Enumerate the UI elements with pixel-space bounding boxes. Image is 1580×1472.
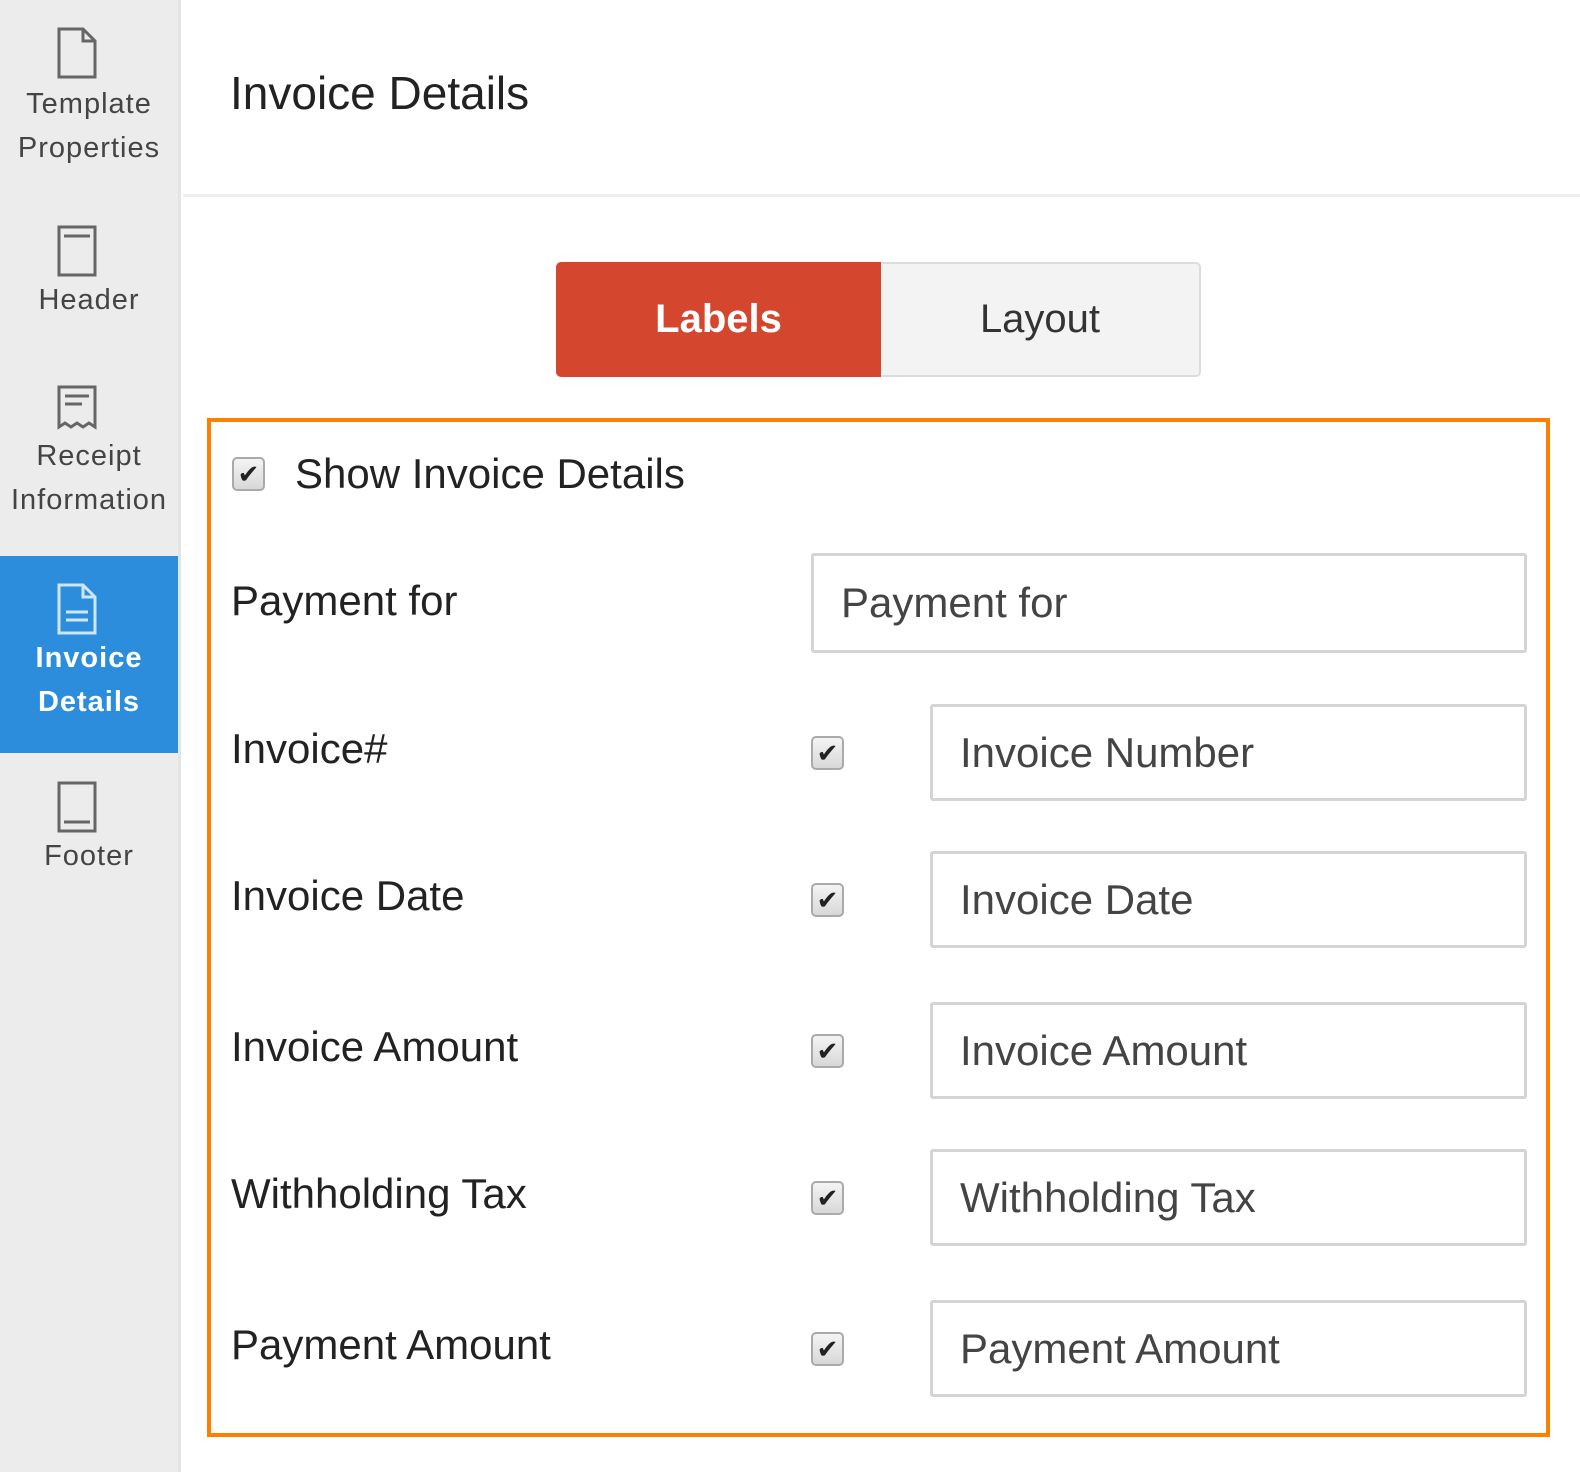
tab-labels[interactable]: Labels [556,262,881,377]
withholding-tax-label: Withholding Tax [231,1170,527,1217]
withholding-tax-checkbox[interactable]: ✔ [811,1181,844,1215]
sidebar: Template Properties Header Receipt Infor… [0,0,181,1472]
invoice-date-label: Invoice Date [231,872,465,919]
sidebar-item-header[interactable]: Header [0,224,178,322]
invoice-number-input[interactable]: Invoice Number [930,704,1527,801]
checkmark-icon: ✔ [816,1036,839,1066]
footer-icon [57,781,97,833]
sidebar-item-label: Details [37,686,141,718]
invoice-number-label: Invoice# [231,725,388,772]
sidebar-item-footer[interactable]: Footer [0,780,178,878]
invoice-date-checkbox[interactable]: ✔ [811,883,844,917]
sidebar-item-receipt-information[interactable]: Receipt Information [0,384,178,522]
document-icon [57,27,97,79]
sidebar-item-label: Template [26,88,152,120]
payment-amount-input[interactable]: Payment Amount [930,1300,1527,1397]
withholding-tax-input[interactable]: Withholding Tax [930,1149,1527,1246]
show-invoice-details-checkbox[interactable]: ✔ [232,457,265,491]
page-title: Invoice Details [230,67,530,119]
payment-for-label: Payment for [231,577,458,624]
checkmark-icon: ✔ [237,459,260,489]
invoice-icon [57,583,97,635]
checkmark-icon: ✔ [816,1334,839,1364]
checkmark-icon: ✔ [816,885,839,915]
sidebar-item-label: Information [10,484,168,516]
tab-layout[interactable]: Layout [881,262,1201,377]
sidebar-item-invoice-details[interactable]: Invoice Details [0,556,178,753]
invoice-date-input[interactable]: Invoice Date [930,851,1527,948]
sidebar-item-label: Footer [44,840,134,872]
invoice-amount-input[interactable]: Invoice Amount [930,1002,1527,1099]
payment-for-input[interactable]: Payment for [811,553,1527,653]
receipt-icon [57,385,97,430]
invoice-number-checkbox[interactable]: ✔ [811,736,844,770]
page-header: Invoice Details [183,0,1580,197]
sidebar-item-template-properties[interactable]: Template Properties [0,26,178,170]
header-icon [57,225,97,277]
sidebar-item-label: Invoice [35,642,143,674]
payment-amount-label: Payment Amount [231,1321,551,1368]
sidebar-item-label: Receipt [36,440,142,472]
checkmark-icon: ✔ [816,1183,839,1213]
invoice-amount-label: Invoice Amount [231,1023,519,1070]
invoice-amount-checkbox[interactable]: ✔ [811,1034,844,1068]
checkmark-icon: ✔ [816,738,839,768]
sidebar-item-label: Properties [17,132,161,164]
show-invoice-details-label: Show Invoice Details [295,450,685,497]
sidebar-item-label: Header [38,284,140,316]
payment-amount-checkbox[interactable]: ✔ [811,1332,844,1366]
